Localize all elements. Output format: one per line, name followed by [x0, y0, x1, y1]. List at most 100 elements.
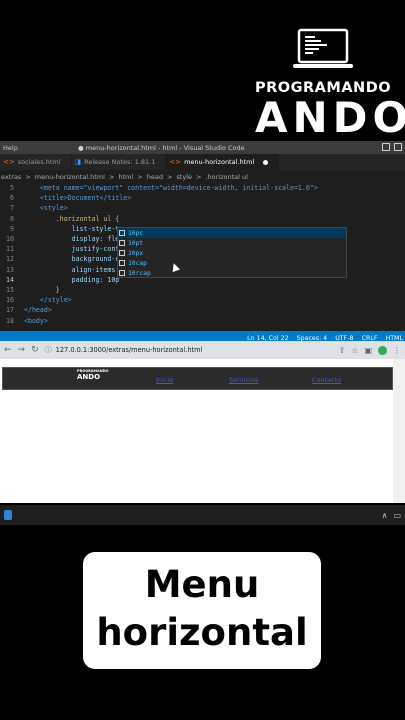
line-number: 7 — [10, 204, 14, 213]
crumb[interactable]: extras — [1, 173, 21, 181]
code-line: 18 <body> — [0, 315, 405, 325]
avatar[interactable] — [378, 345, 387, 355]
web-page: PROGRAMANDO ANDO Inicio Servicios Contac… — [0, 359, 405, 503]
taskbar: ∧ ▭ — [0, 505, 405, 525]
brand-logo: PROGRAMANDO ANDO — [255, 28, 405, 142]
suggestion-item[interactable]: 10rcap — [118, 268, 346, 278]
unit-icon — [119, 260, 125, 266]
crumb-sep: > — [196, 172, 202, 181]
code-line: 8 .horizontal ul { — [0, 214, 405, 224]
code-line: 7 <style> — [0, 203, 405, 213]
line-text: <style> — [24, 204, 68, 213]
suggestion-label: 10px — [128, 249, 144, 257]
code-line: 5 <meta name="viewport" content="width=d… — [0, 183, 405, 193]
line-number: 11 — [6, 245, 14, 254]
suggestion-label: 10rcap — [128, 269, 151, 277]
tab-label: menu-horizontal.html — [184, 158, 255, 166]
line-number: 17 — [6, 306, 14, 315]
caption-line2: horizontal — [96, 611, 308, 654]
tab-label: sociales.html — [17, 158, 61, 166]
line-text: </head> — [24, 306, 52, 315]
browser-toolbar: ← → ↻ ⓘ 127.0.0.1:3000/extras/menu-horiz… — [0, 341, 405, 359]
nav-link-contacto[interactable]: Contacto — [312, 376, 341, 384]
suggestion-label: 10pc — [128, 229, 144, 237]
layout-toggle-icon[interactable] — [382, 143, 390, 151]
site-logo[interactable]: PROGRAMANDO ANDO — [77, 369, 109, 381]
line-number: 16 — [6, 296, 14, 305]
caption-line1: Menu — [144, 563, 260, 606]
line-number: 9 — [10, 224, 14, 233]
vscode-titlebar: Help ● menu-horizontal.html - html - Vis… — [0, 141, 405, 154]
layout-panel-icon[interactable] — [394, 143, 402, 151]
sidepanel-icon[interactable]: ▣ — [364, 346, 372, 355]
suggestion-item[interactable]: 10cap — [118, 258, 346, 268]
line-text: list-style-ty — [24, 224, 124, 233]
crumb-sep: > — [25, 172, 31, 181]
network-icon[interactable]: ▭ — [393, 511, 401, 520]
line-number: 15 — [6, 285, 14, 294]
site-logo-line2: ANDO — [77, 372, 101, 381]
nav-link-inicio[interactable]: Inicio — [156, 376, 173, 384]
code-editor[interactable]: 5 <meta name="viewport" content="width=d… — [0, 183, 405, 326]
line-number: 8 — [10, 214, 14, 223]
code-line: 6 <title>Document</title> — [0, 193, 405, 203]
window-title: ● menu-horizontal.html - html - Visual S… — [78, 143, 245, 152]
back-icon[interactable]: ← — [4, 345, 12, 355]
crumb-sep: > — [137, 172, 143, 181]
suggestion-item[interactable]: 10pc — [118, 228, 346, 238]
horizontal-menu: PROGRAMANDO ANDO Inicio Servicios Contac… — [2, 367, 393, 390]
editor-tabs: <> sociales.html ◨ Release Notes: 1.81.1… — [0, 154, 405, 170]
unit-icon — [119, 250, 125, 256]
crumb[interactable]: html — [118, 173, 133, 181]
line-text: .horizontal ul { — [24, 214, 120, 223]
line-number: 12 — [6, 255, 14, 264]
html-icon: <> — [169, 158, 182, 166]
code-line: 17 </head> — [0, 305, 405, 315]
unit-icon — [119, 240, 125, 246]
crumb[interactable]: style — [176, 173, 192, 181]
line-text: } — [24, 285, 60, 294]
tab-label: Release Notes: 1.81.1 — [84, 158, 156, 166]
line-text: align-items: — [24, 265, 120, 274]
line-number: 10 — [6, 235, 14, 244]
line-text: background-co — [24, 255, 124, 264]
crumb[interactable]: .horizontal ul — [205, 173, 247, 181]
line-text: <meta name="viewport" content="width=dev… — [24, 184, 318, 193]
breadcrumb: extras > menu-horizontal.html > html > h… — [0, 170, 405, 183]
share-icon[interactable]: ⇪ — [339, 346, 346, 355]
tab-menu-horizontal[interactable]: <> menu-horizontal.html — [166, 154, 280, 170]
app-icon[interactable] — [4, 510, 12, 520]
address-bar[interactable]: ⓘ 127.0.0.1:3000/extras/menu-horizontal.… — [45, 345, 333, 355]
line-text: display: flex — [24, 235, 124, 244]
suggestion-item[interactable]: 10px — [118, 248, 346, 258]
video-caption: Menu horizontal — [83, 552, 321, 669]
chevron-up-icon[interactable]: ∧ — [382, 511, 388, 520]
scrollbar[interactable] — [393, 359, 405, 503]
info-icon[interactable]: ⓘ — [45, 345, 52, 355]
crumb-sep: > — [109, 172, 115, 181]
bookmark-star-icon[interactable]: ☆ — [351, 346, 358, 355]
browser-window: ← → ↻ ⓘ 127.0.0.1:3000/extras/menu-horiz… — [0, 341, 405, 503]
line-number: 14 — [6, 275, 14, 284]
nav-link-servicios[interactable]: Servicios — [229, 376, 258, 384]
html-icon: <> — [3, 158, 15, 166]
crumb[interactable]: head — [147, 173, 163, 181]
code-line: 16 </style> — [0, 295, 405, 305]
line-text: </style> — [24, 296, 72, 305]
tab-release-notes[interactable]: ◨ Release Notes: 1.81.1 — [72, 154, 167, 170]
suggestion-item[interactable]: 10pt — [118, 238, 346, 248]
reload-icon[interactable]: ↻ — [31, 345, 39, 355]
unsaved-dot-icon[interactable] — [263, 159, 269, 165]
autocomplete-dropdown: 10pc 10pt 10px 10cap 10rcap — [117, 227, 347, 278]
menu-help[interactable]: Help — [3, 144, 63, 152]
crumb[interactable]: menu-horizontal.html — [35, 173, 105, 181]
menu-dots-icon[interactable]: ⋮ — [393, 346, 401, 355]
line-text: <body> — [24, 316, 48, 325]
laptop-icon — [291, 28, 355, 72]
crumb-sep: > — [166, 172, 173, 181]
brand-line2: ANDO — [255, 93, 405, 142]
suggestion-label: 10pt — [128, 239, 144, 247]
forward-icon[interactable]: → — [18, 345, 26, 355]
tab-sociales[interactable]: <> sociales.html — [0, 154, 72, 170]
line-text: <title>Document</title> — [24, 194, 132, 203]
